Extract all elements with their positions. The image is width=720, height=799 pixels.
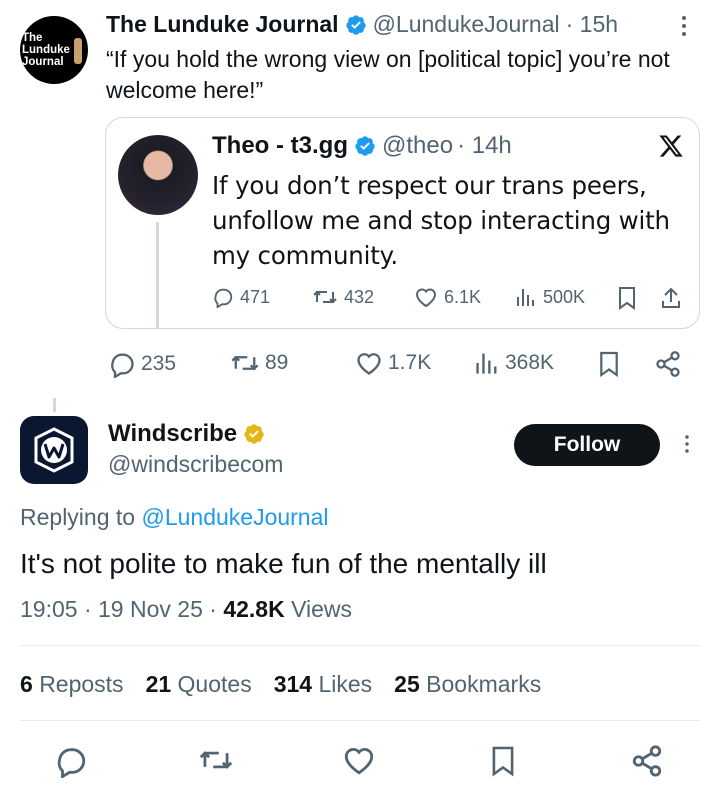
repost-icon xyxy=(231,355,259,371)
views-count: 42.8K xyxy=(223,596,285,622)
bookmark-button[interactable] xyxy=(598,350,625,378)
share-icon xyxy=(632,745,662,777)
views-button[interactable]: 368K xyxy=(474,350,554,376)
verified-badge-icon xyxy=(237,423,271,445)
meta-separator: · xyxy=(83,596,92,622)
likes-label: Likes xyxy=(318,671,373,697)
reposts-label: Reposts xyxy=(39,671,124,697)
reposts-stat[interactable]: 6 Reposts xyxy=(20,671,124,698)
bookmarks-stat[interactable]: 25 Bookmarks xyxy=(394,671,541,698)
like-count: 1.7K xyxy=(388,351,432,374)
verified-badge-icon xyxy=(339,14,373,36)
quote-repost-count: 432 xyxy=(344,286,375,307)
replying-to: Replying to @LundukeJournal xyxy=(20,504,329,531)
repost-button[interactable] xyxy=(198,744,234,776)
more-icon[interactable] xyxy=(680,432,694,456)
bookmark-icon xyxy=(492,746,514,777)
quote-author-name[interactable]: Theo - t3.gg xyxy=(212,132,348,160)
quote-repost-button[interactable]: 432 xyxy=(312,286,374,308)
replying-prefix: Replying to xyxy=(20,504,136,530)
quotes-count: 21 xyxy=(145,671,172,697)
repost-button[interactable]: 89 xyxy=(230,350,288,376)
reply-author-name[interactable]: Windscribe xyxy=(108,420,237,448)
tweet-meta: 19:05 · 19 Nov 25 · 42.8K Views xyxy=(20,596,352,623)
bookmarks-count: 25 xyxy=(394,671,420,697)
quote-header: Theo - t3.gg @theo · 14h xyxy=(212,132,512,160)
divider xyxy=(20,720,700,721)
views-icon xyxy=(476,353,497,374)
quote-time[interactable]: · 14h xyxy=(457,132,512,160)
bookmark-icon xyxy=(619,287,635,310)
quotes-stat[interactable]: 21 Quotes xyxy=(146,671,252,698)
quote-bookmark-button[interactable] xyxy=(617,286,643,310)
quote-reply-button[interactable]: 471 xyxy=(212,286,270,308)
tweet-header: The Lunduke Journal @LundukeJournal · 15… xyxy=(106,11,618,38)
author-name[interactable]: The Lunduke Journal xyxy=(106,11,339,38)
reply-author-handle[interactable]: @windscribecom xyxy=(108,451,283,478)
quotes-label: Quotes xyxy=(177,671,252,697)
quote-views-count: 500K xyxy=(543,286,586,307)
likes-stat[interactable]: 314 Likes xyxy=(274,671,372,698)
repost-icon xyxy=(199,751,233,769)
share-button[interactable] xyxy=(630,744,664,778)
tweet-text: “If you hold the wrong view on [politica… xyxy=(106,46,670,103)
lunduke-avatar-text: The Lunduke Journal xyxy=(22,32,70,68)
share-icon xyxy=(662,287,680,308)
bookmark-icon xyxy=(600,351,618,378)
reply-author-row: Windscribe xyxy=(108,420,271,448)
quote-share-button[interactable] xyxy=(660,286,688,310)
engagement-stats: 6 Reposts 21 Quotes 314 Likes 25 Bookmar… xyxy=(20,671,541,698)
tweet-date[interactable]: 19 Nov 25 xyxy=(98,596,203,622)
like-button[interactable]: 1.7K xyxy=(355,350,431,376)
share-icon xyxy=(656,351,680,377)
lunduke-avatar[interactable]: The Lunduke Journal xyxy=(20,16,88,84)
like-icon xyxy=(357,353,381,375)
more-icon[interactable] xyxy=(676,14,692,38)
quote-author-handle[interactable]: @theo xyxy=(382,132,453,160)
follow-button[interactable]: Follow xyxy=(514,424,660,466)
quote-views-button[interactable]: 500K xyxy=(515,286,585,308)
reply-icon xyxy=(111,353,134,378)
reply-text: It's not polite to make fun of the menta… xyxy=(20,548,547,579)
repost-icon xyxy=(313,290,337,304)
divider xyxy=(20,645,700,646)
like-icon xyxy=(344,747,374,775)
reposts-count: 6 xyxy=(20,671,33,697)
bookmarks-label: Bookmarks xyxy=(426,671,542,697)
tweet-time[interactable]: 19:05 xyxy=(20,596,78,622)
repost-count: 89 xyxy=(265,351,289,374)
lunduke-figure-graphic xyxy=(74,38,82,64)
thread-line xyxy=(53,398,56,412)
bookmark-button[interactable] xyxy=(490,744,516,778)
verified-badge-icon xyxy=(348,135,382,157)
quote-like-button[interactable]: 6.1K xyxy=(414,286,481,308)
tweet-time[interactable]: · 15h xyxy=(566,11,618,38)
quote-text: If you don’t respect our trans peers, un… xyxy=(212,171,670,270)
likes-count: 314 xyxy=(273,671,313,697)
replying-handle-link[interactable]: @LundukeJournal xyxy=(141,504,328,530)
views-count: 368K xyxy=(505,351,555,374)
windscribe-avatar[interactable] xyxy=(20,416,88,484)
x-logo-icon xyxy=(658,133,684,159)
share-button[interactable] xyxy=(654,350,687,378)
reply-icon xyxy=(57,748,86,778)
windscribe-logo-icon xyxy=(34,427,74,473)
quote-reply-count: 471 xyxy=(240,286,271,307)
like-icon xyxy=(415,288,437,308)
reply-button[interactable] xyxy=(54,744,88,778)
like-button[interactable] xyxy=(342,744,376,776)
quote-like-count: 6.1K xyxy=(444,286,482,307)
reply-button[interactable]: 235 xyxy=(108,350,176,378)
views-icon xyxy=(517,289,534,306)
thread-line xyxy=(156,222,159,328)
views-label: Views xyxy=(291,596,353,622)
reply-count: 235 xyxy=(141,352,177,375)
author-handle[interactable]: @LundukeJournal xyxy=(373,11,560,38)
meta-separator: · xyxy=(209,596,217,622)
theo-avatar[interactable] xyxy=(118,135,198,215)
reply-icon xyxy=(214,288,233,308)
